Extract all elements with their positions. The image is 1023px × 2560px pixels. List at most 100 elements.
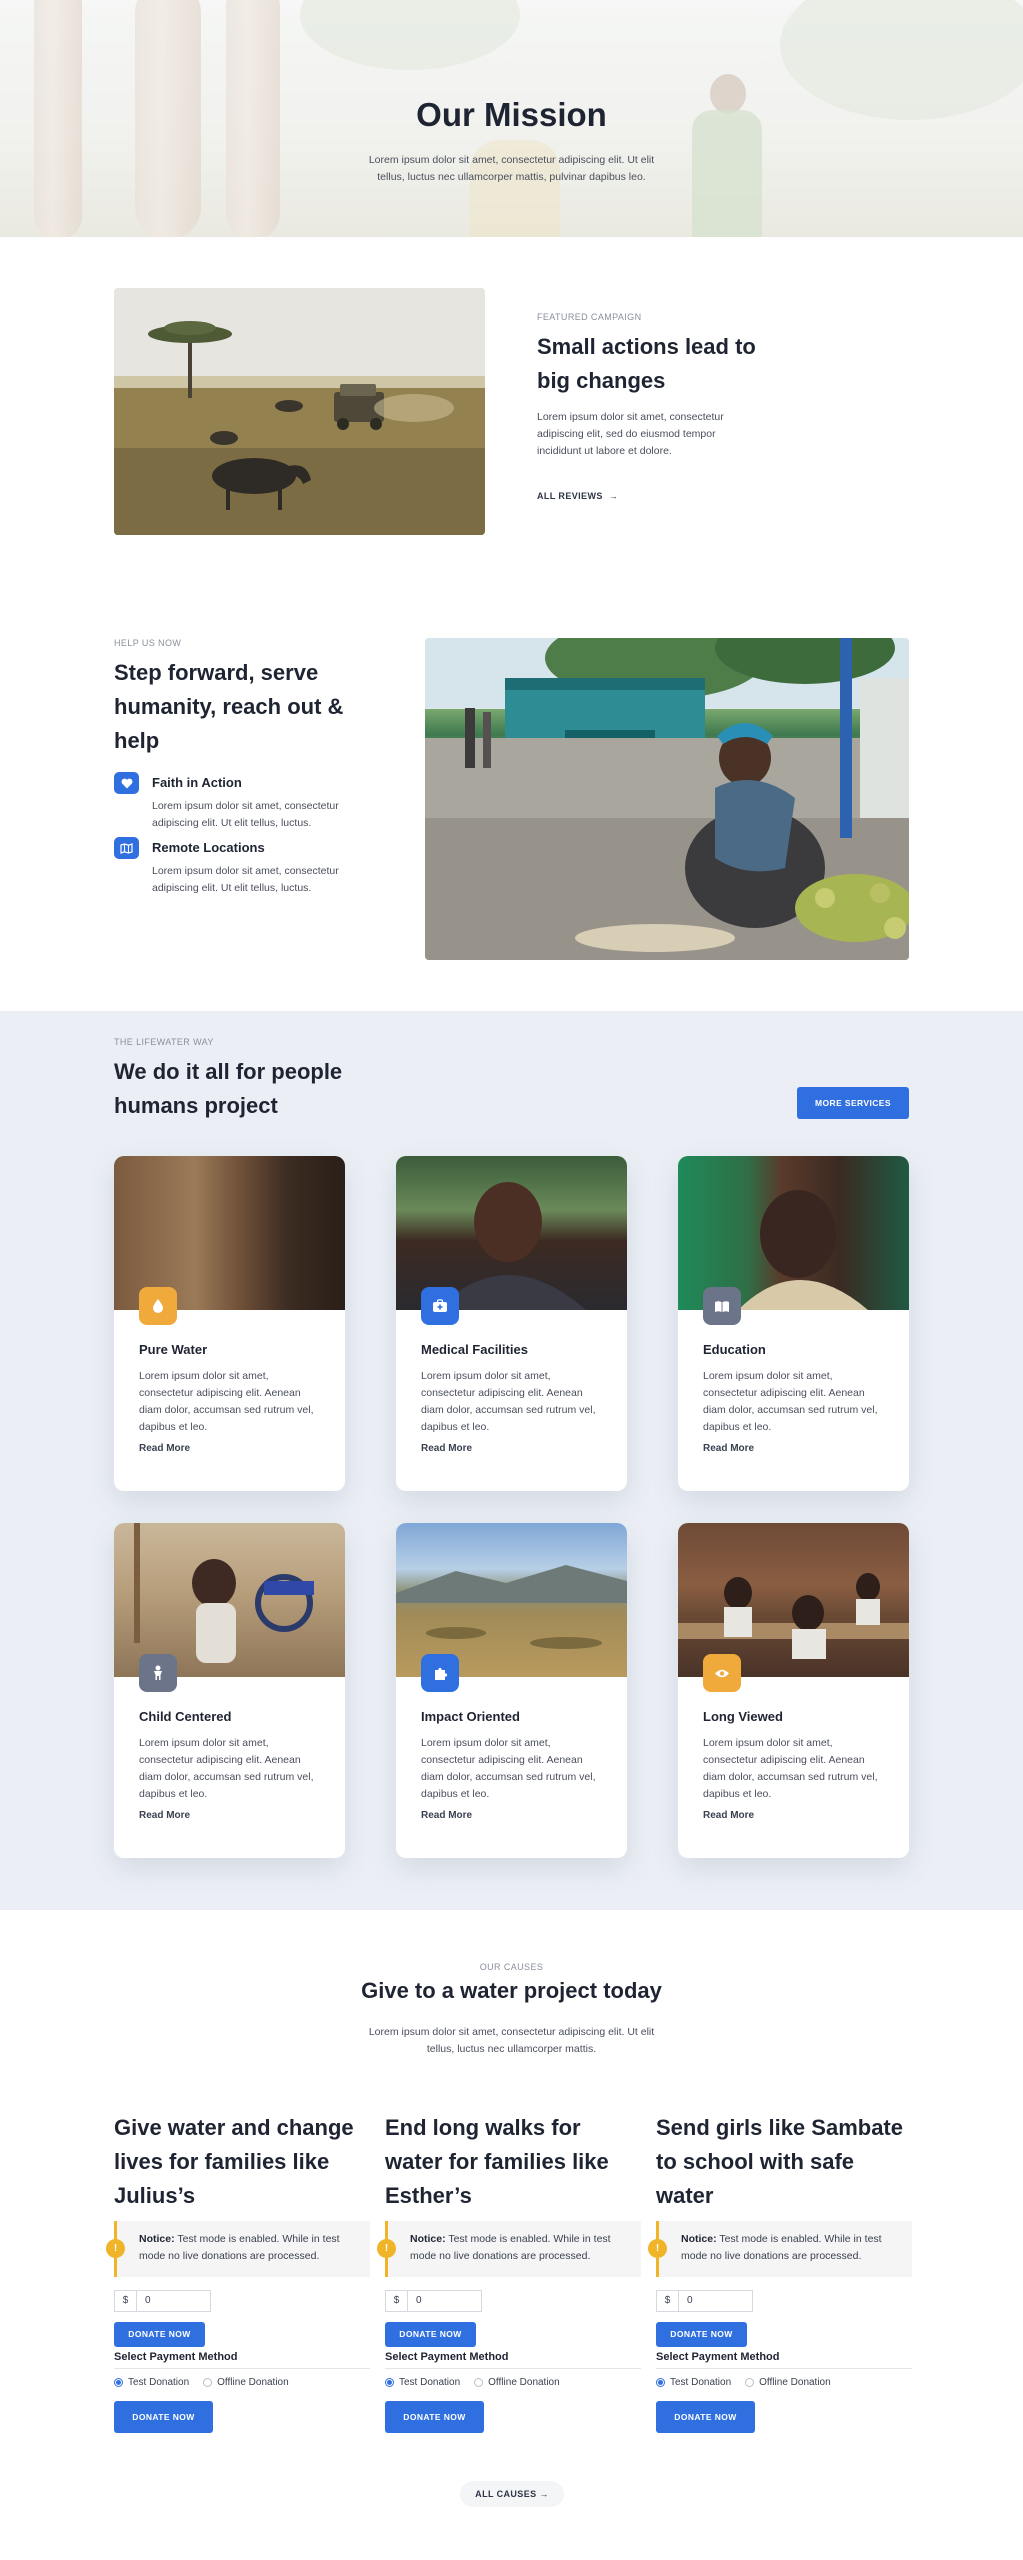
causes-title: Give to a water project today <box>361 1978 662 2003</box>
help-eyebrow: HELP US NOW <box>114 638 182 648</box>
radio-label: Test Donation <box>670 2377 732 2388</box>
service-card-text: Lorem ipsum dolor sit amet, consectetur … <box>139 1370 314 1433</box>
radio-label: Offline Donation <box>759 2377 831 2388</box>
radio-offline-donation[interactable] <box>203 2378 213 2387</box>
service-card-long-viewed[interactable]: Long Viewed Lorem ipsum dolor sit amet, … <box>678 1523 909 1858</box>
donate-submit-button[interactable]: DONATE NOW <box>656 2401 755 2433</box>
service-card-title: Child Centered <box>139 1709 232 1724</box>
donation-amount-field[interactable]: $ 0 <box>656 2290 753 2312</box>
savanna-illustration <box>114 288 485 535</box>
read-more-link[interactable]: Read More <box>421 1810 472 1821</box>
service-card-pure-water[interactable]: Pure Water Lorem ipsum dolor sit amet, c… <box>114 1156 345 1491</box>
hero-section: Our Mission Lorem ipsum dolor sit amet, … <box>0 0 1023 237</box>
donate-submit-button[interactable]: DONATE NOW <box>385 2401 484 2433</box>
service-card-text: Lorem ipsum dolor sit amet, consectetur … <box>421 1737 596 1800</box>
read-more-link[interactable]: Read More <box>703 1443 754 1454</box>
radio-test-donation[interactable] <box>114 2378 123 2387</box>
featured-eyebrow: FEATURED CAMPAIGN <box>537 312 642 322</box>
more-services-button[interactable]: MORE SERVICES <box>797 1087 909 1119</box>
market-woman-image <box>425 638 909 960</box>
arrow-right-icon: → <box>539 2489 549 2499</box>
warning-icon: ! <box>377 2239 396 2258</box>
payment-method-label: Select Payment Method <box>114 2351 238 2363</box>
all-reviews-label: ALL REVIEWS <box>537 491 603 501</box>
amount-input[interactable]: 0 <box>407 2290 482 2312</box>
service-card-title: Education <box>703 1342 766 1357</box>
service-card-medical[interactable]: Medical Facilities Lorem ipsum dolor sit… <box>396 1156 627 1491</box>
service-card-text: Lorem ipsum dolor sit amet, consectetur … <box>703 1370 878 1433</box>
causes-eyebrow: OUR CAUSES <box>479 1962 544 1972</box>
payment-method-options: Test Donation Offline Donation <box>385 2377 574 2388</box>
notice-label: Notice: <box>139 2233 175 2245</box>
all-reviews-link[interactable]: ALL REVIEWS → <box>537 491 618 501</box>
medical-kit-icon <box>421 1287 459 1325</box>
services-title: We do it all for people humans project <box>114 1059 343 1118</box>
service-card-impact[interactable]: Impact Oriented Lorem ipsum dolor sit am… <box>396 1523 627 1858</box>
help-title: Step forward, serve humanity, reach out … <box>114 660 344 753</box>
read-more-link[interactable]: Read More <box>139 1443 190 1454</box>
currency-symbol: $ <box>114 2290 136 2312</box>
read-more-link[interactable]: Read More <box>703 1810 754 1821</box>
radio-offline-donation[interactable] <box>474 2378 484 2387</box>
read-more-link[interactable]: Read More <box>139 1810 190 1821</box>
cause-title: End long walks for water for families li… <box>385 2115 609 2208</box>
service-card-text: Lorem ipsum dolor sit amet, consectetur … <box>703 1737 878 1800</box>
book-icon <box>703 1287 741 1325</box>
service-card-title: Medical Facilities <box>421 1342 528 1357</box>
read-more-link[interactable]: Read More <box>421 1443 472 1454</box>
donate-now-button[interactable]: DONATE NOW <box>385 2322 476 2347</box>
currency-symbol: $ <box>385 2290 407 2312</box>
payment-method-options: Test Donation Offline Donation <box>656 2377 845 2388</box>
divider <box>656 2368 912 2369</box>
amount-input[interactable]: 0 <box>678 2290 753 2312</box>
help-item-text: Lorem ipsum dolor sit amet, consectetur … <box>152 865 339 894</box>
amount-input[interactable]: 0 <box>136 2290 211 2312</box>
radio-label: Offline Donation <box>488 2377 560 2388</box>
donate-now-button[interactable]: DONATE NOW <box>114 2322 205 2347</box>
radio-test-donation[interactable] <box>656 2378 665 2387</box>
warning-icon: ! <box>106 2239 125 2258</box>
services-eyebrow: THE LIFEWATER WAY <box>114 1037 214 1047</box>
help-item-title: Faith in Action <box>152 775 242 790</box>
service-card-title: Long Viewed <box>703 1709 783 1724</box>
divider <box>114 2368 370 2369</box>
market-illustration <box>425 638 909 960</box>
service-card-text: Lorem ipsum dolor sit amet, consectetur … <box>421 1370 596 1433</box>
all-causes-button[interactable]: ALL CAUSES → <box>460 2481 564 2507</box>
service-card-title: Impact Oriented <box>421 1709 520 1724</box>
donate-submit-button[interactable]: DONATE NOW <box>114 2401 213 2433</box>
radio-offline-donation[interactable] <box>745 2378 755 2387</box>
all-causes-label: ALL CAUSES <box>475 2489 537 2499</box>
map-icon <box>114 837 139 859</box>
featured-text: Lorem ipsum dolor sit amet, consectetur … <box>537 411 724 457</box>
water-drop-icon <box>139 1287 177 1325</box>
cause-title: Give water and change lives for families… <box>114 2115 354 2208</box>
donation-amount-field[interactable]: $ 0 <box>385 2290 482 2312</box>
payment-method-options: Test Donation Offline Donation <box>114 2377 303 2388</box>
service-card-title: Pure Water <box>139 1342 208 1357</box>
help-item-title: Remote Locations <box>152 840 265 855</box>
donation-amount-field[interactable]: $ 0 <box>114 2290 211 2312</box>
eye-icon <box>703 1654 741 1692</box>
warning-icon: ! <box>648 2239 667 2258</box>
featured-campaign-image <box>114 288 485 535</box>
test-mode-notice: ! Notice: Test mode is enabled. While in… <box>106 2221 370 2277</box>
help-item-text: Lorem ipsum dolor sit amet, consectetur … <box>152 800 339 829</box>
page: Our Mission Lorem ipsum dolor sit amet, … <box>0 0 1023 2560</box>
radio-label: Test Donation <box>399 2377 461 2388</box>
puzzle-icon <box>421 1654 459 1692</box>
radio-test-donation[interactable] <box>385 2378 394 2387</box>
service-card-education[interactable]: Education Lorem ipsum dolor sit amet, co… <box>678 1156 909 1491</box>
heart-icon <box>114 772 139 794</box>
payment-method-label: Select Payment Method <box>385 2351 509 2363</box>
divider <box>385 2368 641 2369</box>
child-icon <box>139 1654 177 1692</box>
test-mode-notice: ! Notice: Test mode is enabled. While in… <box>648 2221 912 2277</box>
hero-subtitle: Lorem ipsum dolor sit amet, consectetur … <box>368 154 655 183</box>
donate-now-button[interactable]: DONATE NOW <box>656 2322 747 2347</box>
test-mode-notice: ! Notice: Test mode is enabled. While in… <box>377 2221 641 2277</box>
notice-label: Notice: <box>681 2233 717 2245</box>
service-card-child-centered[interactable]: Child Centered Lorem ipsum dolor sit ame… <box>114 1523 345 1858</box>
service-card-text: Lorem ipsum dolor sit amet, consectetur … <box>139 1737 314 1800</box>
notice-label: Notice: <box>410 2233 446 2245</box>
